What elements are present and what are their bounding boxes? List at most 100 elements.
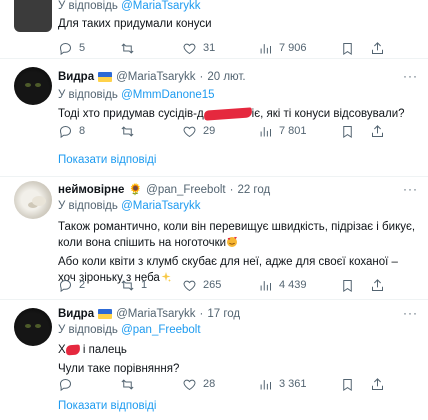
- tweet-header: Видра @MariaTsarykk · 17 год: [58, 306, 418, 322]
- redaction-scribble: [203, 107, 252, 121]
- bookmark-icon: [343, 279, 352, 292]
- retweet-count: 1: [141, 279, 148, 291]
- share-icon: [372, 124, 383, 137]
- sunflower-icon: 🌻: [128, 183, 143, 196]
- user-handle[interactable]: @MariaTsarykk: [116, 308, 195, 320]
- reply-to-link[interactable]: @MariaTsarykk: [121, 200, 200, 212]
- show-replies-link[interactable]: Показати відповіді: [0, 143, 428, 177]
- reply-icon: [59, 279, 72, 292]
- reply-prefix: У відповідь: [58, 89, 118, 101]
- retweet-button[interactable]: [120, 377, 141, 392]
- tweet-actions: 28 3 361: [58, 376, 418, 392]
- tweet-text-line: Для таких придумали конуси: [58, 18, 212, 30]
- reply-to-line: У відповідь @MmmDanone15: [58, 87, 418, 103]
- more-options-button[interactable]: ···: [403, 182, 418, 196]
- view-count: 4 439: [279, 279, 307, 291]
- share-button[interactable]: [370, 377, 385, 392]
- reply-to-link[interactable]: @pan_Freebolt: [121, 324, 200, 336]
- separator-dot: ·: [199, 308, 204, 320]
- ukraine-flag-icon: [98, 309, 113, 319]
- more-options-button[interactable]: ···: [403, 69, 418, 83]
- tweet-text: Х і палець Чули таке порівняння?: [58, 343, 418, 377]
- share-button[interactable]: [370, 41, 385, 56]
- like-button[interactable]: 31: [182, 41, 215, 56]
- timestamp[interactable]: 17 год: [207, 308, 240, 320]
- display-name[interactable]: неймовірне: [58, 184, 124, 196]
- ukraine-flag-icon: [98, 72, 113, 82]
- timestamp[interactable]: 20 лют.: [207, 71, 245, 83]
- separator-dot: ·: [229, 184, 234, 196]
- reply-icon: [59, 378, 72, 391]
- views-button[interactable]: 4 439: [258, 278, 307, 293]
- separator-dot: ·: [199, 71, 204, 83]
- tweet-3[interactable]: неймовірне 🌻 @pan_Freebolt · 22 год У ві…: [0, 177, 428, 299]
- reply-icon: [59, 42, 72, 55]
- share-icon: [372, 377, 383, 390]
- reply-button[interactable]: 8: [58, 124, 85, 139]
- views-button[interactable]: 7 801: [258, 124, 307, 139]
- tweet-header: неймовірне 🌻 @pan_Freebolt · 22 год: [58, 182, 418, 198]
- smiling-hearts-emoji: [227, 236, 238, 247]
- reply-prefix: У відповідь: [58, 0, 118, 12]
- reply-button[interactable]: 5: [58, 41, 85, 56]
- bookmark-button[interactable]: [340, 377, 355, 392]
- user-handle[interactable]: @MariaTsarykk: [116, 71, 195, 83]
- redaction-scribble: [65, 344, 81, 356]
- tweet-2[interactable]: Видра @MariaTsarykk · 20 лют. У відповід…: [0, 59, 428, 149]
- avatar[interactable]: [14, 67, 52, 105]
- share-icon: [372, 41, 383, 54]
- reply-to-line: У відповідь @pan_Freebolt: [58, 322, 418, 338]
- retweet-icon: [121, 125, 134, 137]
- retweet-button[interactable]: [120, 124, 141, 139]
- bookmark-button[interactable]: [340, 278, 355, 293]
- tweet-text-start: Тоді хто придумав сусідів-д: [58, 108, 204, 120]
- like-button[interactable]: 29: [182, 124, 215, 139]
- share-button[interactable]: [370, 124, 385, 139]
- tweet-actions: 8 29 7 801: [58, 123, 418, 139]
- like-count: 28: [203, 378, 216, 390]
- reply-to-link[interactable]: @MariaTsarykk: [121, 0, 200, 12]
- views-icon: [260, 379, 271, 389]
- more-options-button[interactable]: ···: [403, 306, 418, 320]
- tweet-1[interactable]: У відповідь @MariaTsarykk Для таких прид…: [0, 0, 428, 59]
- tweet-text: Тоді хто придумав сусідів-д іє, які ті ко…: [58, 107, 418, 123]
- tweet-4[interactable]: Видра @MariaTsarykk · 17 год У відповідь…: [0, 300, 428, 396]
- display-name[interactable]: Видра: [58, 308, 94, 320]
- show-replies-link[interactable]: Показати відповіді: [0, 393, 428, 420]
- view-count: 7 906: [279, 42, 307, 54]
- retweet-icon: [121, 42, 134, 54]
- like-icon: [183, 126, 196, 137]
- share-icon: [372, 278, 383, 291]
- avatar[interactable]: [14, 0, 52, 32]
- reply-prefix: У відповідь: [58, 324, 118, 336]
- avatar[interactable]: [14, 181, 52, 219]
- reply-prefix: У відповідь: [58, 200, 118, 212]
- views-button[interactable]: 3 361: [258, 377, 307, 392]
- reply-button[interactable]: [58, 377, 79, 392]
- like-button[interactable]: 265: [182, 278, 221, 293]
- timestamp[interactable]: 22 год: [237, 184, 270, 196]
- user-handle[interactable]: @pan_Freebolt: [146, 184, 225, 196]
- bookmark-icon: [343, 125, 352, 138]
- bookmark-icon: [343, 42, 352, 55]
- tweet-header: Видра @MariaTsarykk · 20 лют.: [58, 69, 418, 85]
- like-count: 29: [203, 125, 216, 137]
- reply-count: 5: [79, 42, 86, 54]
- reply-to-link[interactable]: @MmmDanone15: [121, 89, 215, 101]
- retweet-button[interactable]: 1: [120, 278, 147, 293]
- like-icon: [183, 43, 196, 54]
- bookmark-button[interactable]: [340, 124, 355, 139]
- avatar[interactable]: [14, 308, 52, 346]
- like-button[interactable]: 28: [182, 377, 215, 392]
- reply-button[interactable]: 2: [58, 278, 85, 293]
- share-button[interactable]: [370, 278, 385, 293]
- display-name[interactable]: Видра: [58, 71, 94, 83]
- retweet-button[interactable]: [120, 41, 141, 56]
- tweet-text-start: Х: [58, 344, 66, 356]
- tweet-text-end: і палець: [79, 344, 127, 356]
- retweet-icon: [121, 378, 134, 390]
- like-icon: [183, 280, 196, 291]
- reply-count: 2: [79, 279, 86, 291]
- bookmark-button[interactable]: [340, 41, 355, 56]
- views-button[interactable]: 7 906: [258, 41, 307, 56]
